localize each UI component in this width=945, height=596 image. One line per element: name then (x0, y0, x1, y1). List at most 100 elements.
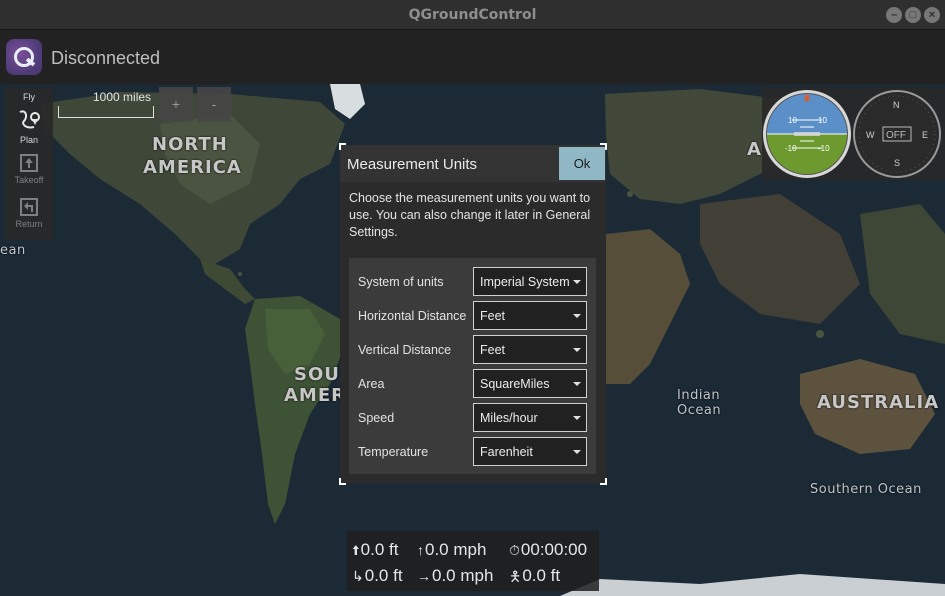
temperature-select[interactable]: Farenheit (473, 437, 587, 466)
map-scale-label: 1000 miles (93, 90, 152, 104)
row-system-of-units: System of units Imperial System (349, 267, 596, 296)
minimize-button[interactable]: – (886, 7, 902, 23)
map-label-south-america: AMER (284, 385, 346, 406)
takeoff-icon (20, 154, 38, 172)
row-vertical-distance: Vertical Distance Feet (349, 335, 596, 364)
select-value: Feet (480, 309, 506, 323)
row-area: Area SquareMiles (349, 369, 596, 398)
person-icon: 🯅 (509, 568, 522, 584)
close-button[interactable]: × (924, 7, 940, 23)
map-label-southern-ocean: Southern Ocean (810, 482, 922, 497)
flight-time-value: 00:00:00 (520, 540, 588, 559)
attitude-pitch-label: 10 (788, 116, 797, 125)
takeoff-label: Takeoff (14, 175, 44, 185)
speed-label: Speed (358, 411, 395, 425)
plan-view-toolstrip: Fly Plan Takeoff Return (5, 87, 53, 240)
toolstrip-fly[interactable]: Fly (5, 92, 53, 102)
chevron-down-icon (573, 280, 581, 284)
temperature-label: Temperature (358, 445, 429, 459)
connection-status: Disconnected (51, 48, 161, 68)
speed-select[interactable]: Miles/hour (473, 403, 587, 432)
toolstrip-plan[interactable]: Plan (5, 107, 53, 145)
select-value: Feet (480, 343, 506, 357)
dialog-corner-marker (600, 478, 607, 485)
maximize-button[interactable]: □ (905, 7, 921, 23)
select-value: Farenheit (480, 445, 533, 459)
altitude-arrow-icon: 🠩 (352, 542, 360, 558)
chevron-down-icon (573, 382, 581, 386)
dialog-corner-marker (339, 143, 346, 150)
compass-north-label: N (893, 100, 900, 110)
distance-value: 0.0 ft (364, 566, 403, 585)
map-scale: 1000 miles (57, 87, 157, 121)
attitude-pitch-label: 10 (818, 116, 827, 125)
row-horizontal-distance: Horizontal Distance Feet (349, 301, 596, 330)
zoom-out-button[interactable]: - (197, 87, 231, 122)
ok-button[interactable]: Ok (559, 147, 605, 180)
telemetry-panel: 🠩0.0 ft ↑0.0 mph ⏱00:00:00 ↳0.0 ft →0.0 … (347, 531, 599, 591)
plan-icon (19, 110, 40, 129)
horizontal-distance-select[interactable]: Feet (473, 301, 587, 330)
chevron-down-icon (573, 450, 581, 454)
home-distance-value: 0.0 ft (522, 566, 561, 585)
select-value: Miles/hour (480, 411, 538, 425)
compass-status: OFF (886, 130, 906, 141)
system-of-units-select[interactable]: Imperial System (473, 267, 587, 296)
chevron-down-icon (573, 348, 581, 352)
row-temperature: Temperature Farenheit (349, 437, 596, 466)
map-label-indian-ocean: Indian (677, 388, 721, 403)
zoom-in-button[interactable]: + (159, 87, 193, 122)
return-icon (20, 198, 38, 216)
fly-label: Fly (23, 92, 35, 102)
attitude-pitch-label: -10 (818, 144, 830, 153)
measurement-units-dialog: Measurement Units Ok Choose the measurem… (340, 145, 606, 483)
area-select[interactable]: SquareMiles (473, 369, 587, 398)
return-label: Return (15, 219, 43, 229)
qgc-logo-icon[interactable] (6, 39, 42, 75)
chevron-down-icon (573, 416, 581, 420)
compass-east-label: E (922, 130, 928, 140)
stopwatch-icon: ⏱ (509, 542, 520, 558)
map-label-australia: AUSTRALIA (817, 392, 940, 413)
telemetry-distance: ↳0.0 ft (352, 566, 403, 586)
map-label-asia: A (747, 139, 762, 160)
attitude-pitch-label: -10 (785, 144, 797, 153)
vertical-distance-label: Vertical Distance (358, 343, 452, 357)
units-settings-grid: System of units Imperial System Horizont… (349, 258, 596, 474)
ground-speed-arrow-icon: → (417, 568, 431, 584)
vertical-distance-select[interactable]: Feet (473, 335, 587, 364)
telemetry-altitude: 🠩0.0 ft (352, 540, 398, 564)
map-label-ocean: ean (0, 243, 26, 258)
compass-south-label: S (894, 158, 900, 168)
toolstrip-takeoff[interactable]: Takeoff (5, 153, 53, 185)
window-title: QGroundControl (408, 7, 537, 23)
climb-rate-arrow-icon: ↑ (417, 542, 424, 558)
map-label-indian-ocean: Ocean (677, 403, 722, 418)
altitude-value: 0.0 ft (360, 540, 399, 559)
ground-speed-value: 0.0 mph (432, 566, 494, 585)
window-titlebar: QGroundControl – □ × (0, 0, 945, 30)
telemetry-home-distance: 🯅0.0 ft (509, 566, 560, 590)
map-label-north-america: NORTH (152, 134, 228, 155)
telemetry-flight-time: ⏱00:00:00 (509, 540, 587, 560)
dialog-corner-marker (600, 143, 607, 150)
area-label: Area (358, 377, 385, 391)
system-of-units-label: System of units (358, 275, 444, 289)
distance-arrow-icon: ↳ (352, 568, 364, 584)
plan-label: Plan (19, 135, 38, 145)
select-value: SquareMiles (480, 377, 550, 391)
instrument-panel: 10 10 -10 -10 N S E W OFF (762, 87, 945, 180)
dialog-description: Choose the measurement units you want to… (349, 191, 591, 239)
qgroundcontrol-window: QGroundControl – □ × Disconnected NORTH … (0, 0, 945, 596)
compass-west-label: W (866, 130, 875, 140)
dialog-title: Measurement Units (347, 156, 478, 173)
climb-rate-value: 0.0 mph (425, 540, 487, 559)
row-speed: Speed Miles/hour (349, 403, 596, 432)
telemetry-climb-rate: ↑0.0 mph (417, 540, 486, 560)
instrument-gauges: 10 10 -10 -10 N S E W OFF (763, 90, 941, 178)
telemetry-ground-speed: →0.0 mph (417, 566, 493, 586)
horizontal-distance-label: Horizontal Distance (358, 309, 467, 323)
select-value: Imperial System (480, 275, 570, 289)
main-toolbar: Disconnected (0, 31, 945, 84)
toolstrip-return[interactable]: Return (5, 197, 53, 229)
